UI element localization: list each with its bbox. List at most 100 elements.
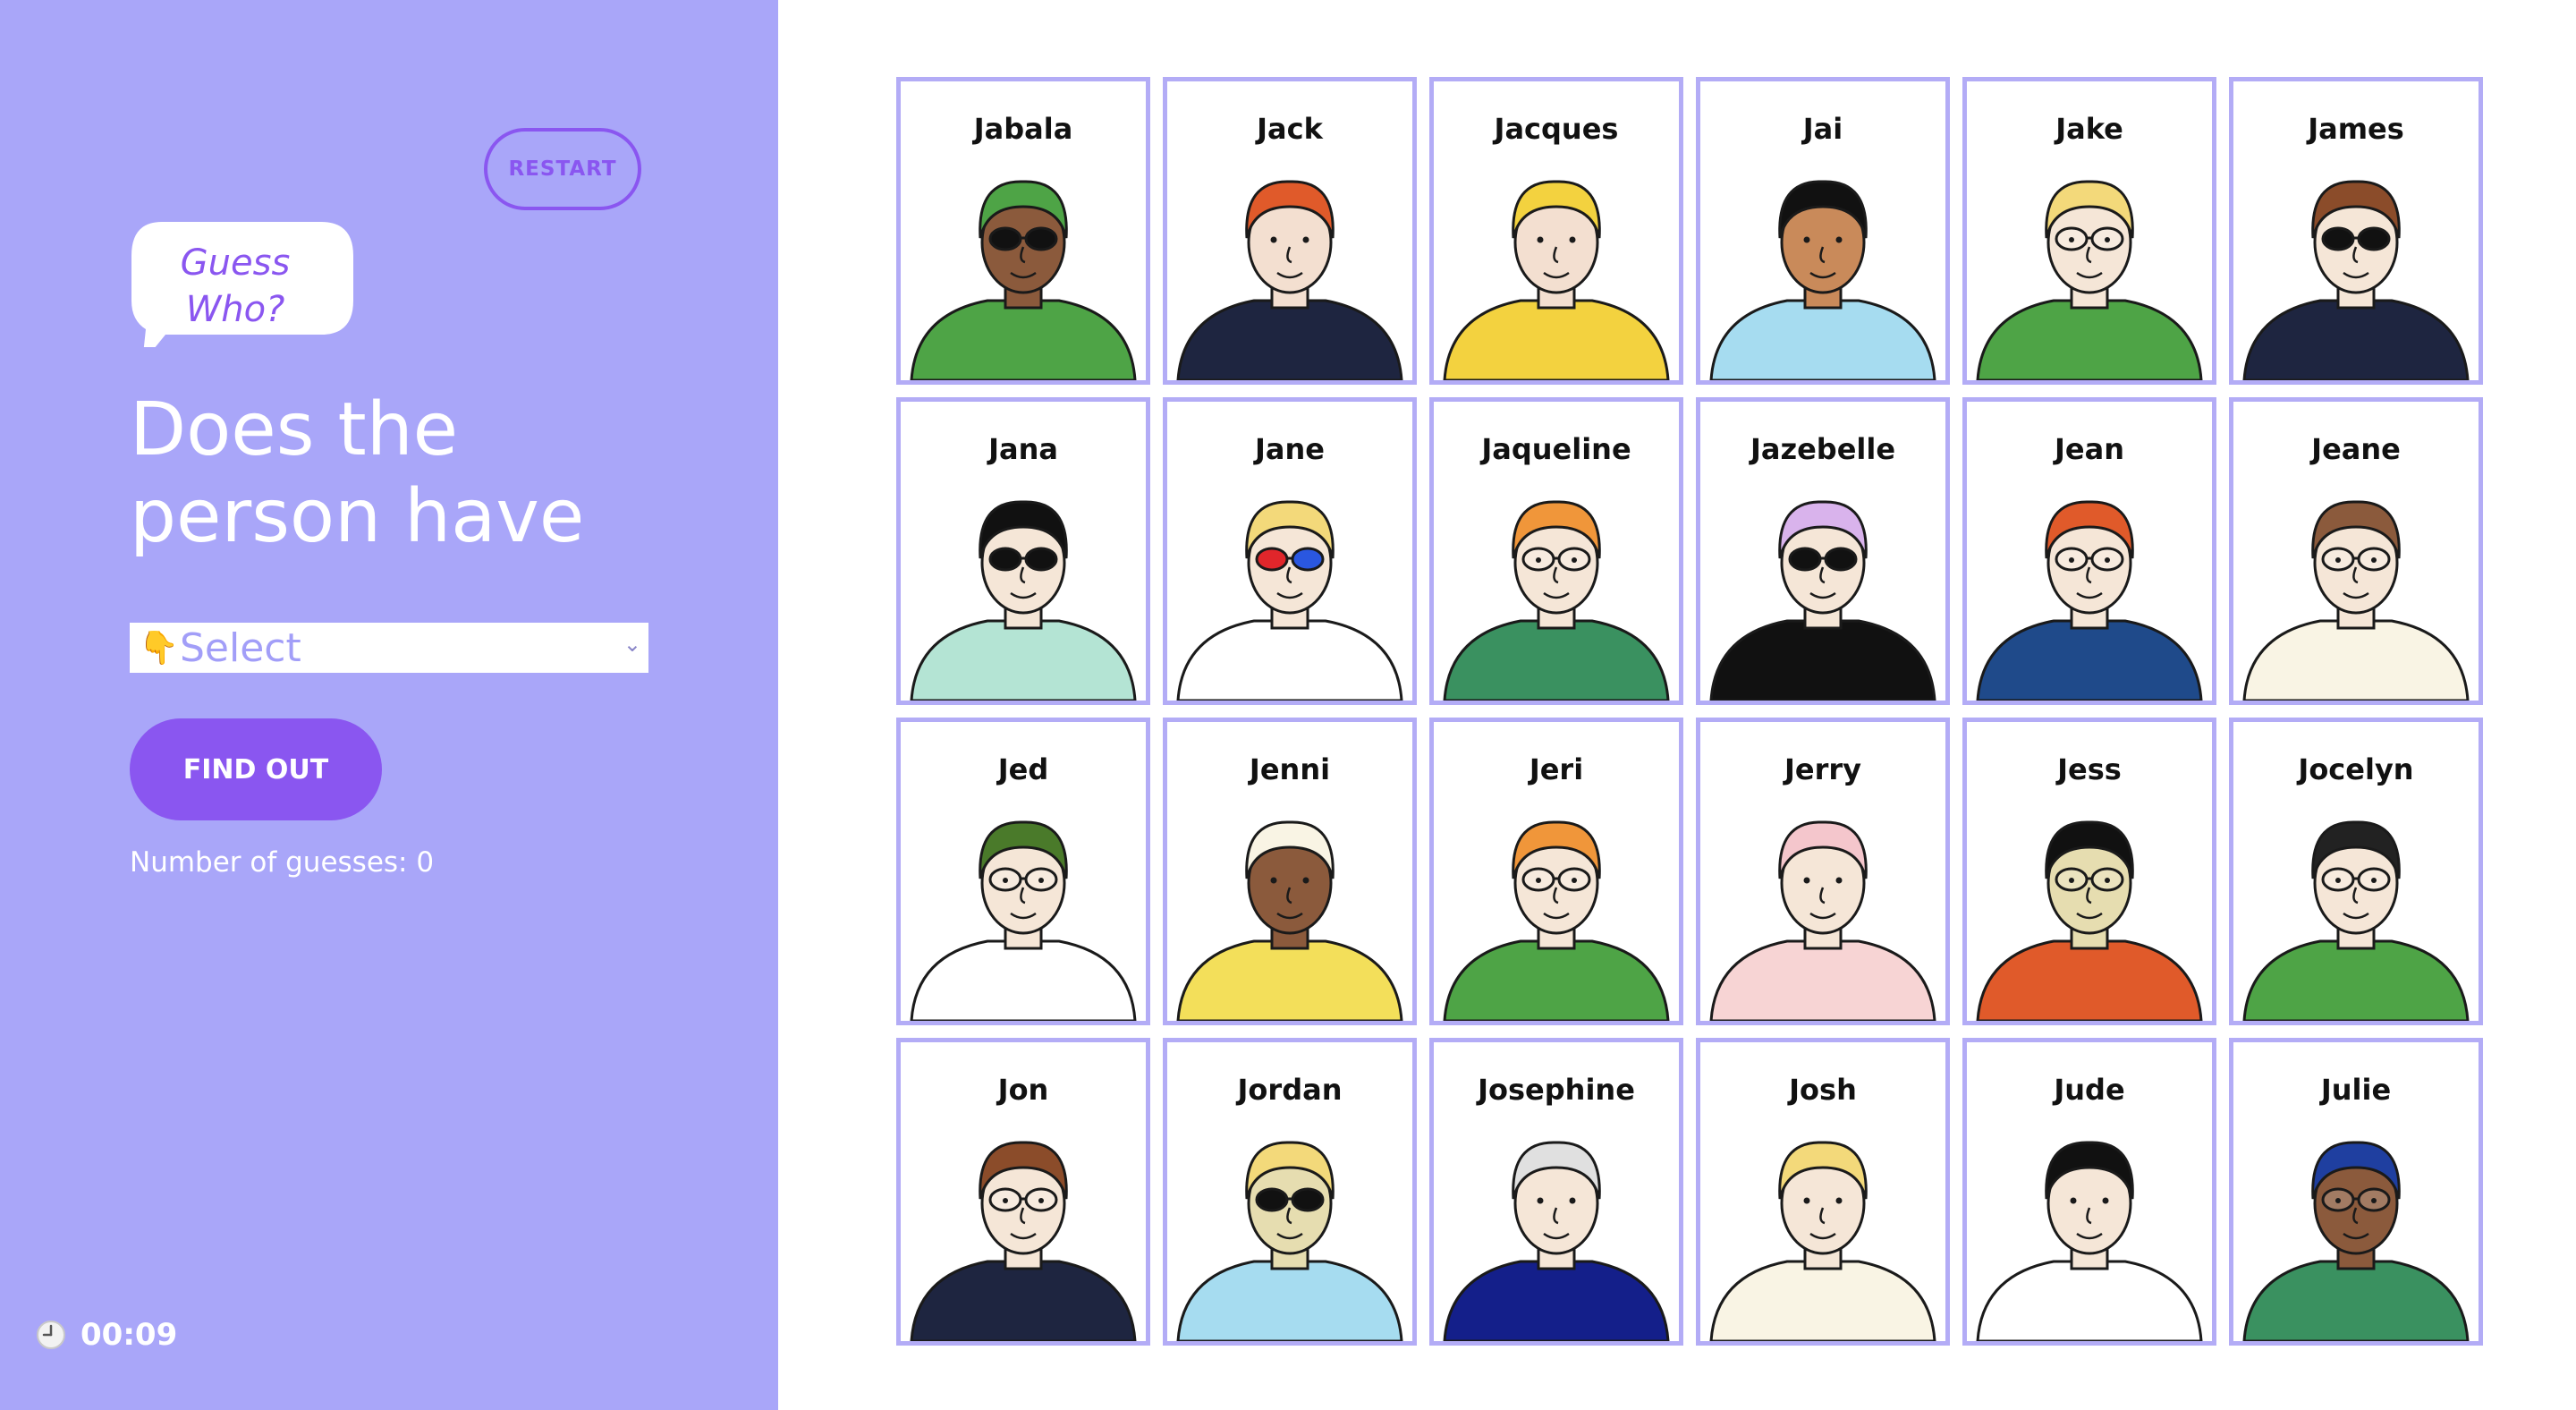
shirt-shape [1709, 299, 1936, 380]
shirt-shape [1976, 1260, 2203, 1341]
eye-shape [1569, 1197, 1576, 1204]
question-heading: Does the person have [130, 387, 585, 559]
eye-shape [1803, 1197, 1810, 1204]
character-name: Jana [988, 432, 1058, 466]
clock-icon [37, 1321, 65, 1349]
character-card[interactable]: Jeane [2229, 397, 2483, 705]
timer: 00:09 [36, 1317, 177, 1353]
character-card[interactable]: Jaqueline [1429, 397, 1683, 705]
select-placeholder: Select [180, 624, 301, 671]
eye-shape [1270, 236, 1277, 243]
character-name: Jocelyn [2298, 752, 2414, 786]
character-card[interactable]: Josephine [1429, 1038, 1683, 1346]
shirt-shape [2242, 299, 2470, 380]
restart-button[interactable]: RESTART [484, 128, 641, 210]
logo-line-1: Guess [180, 242, 291, 284]
attribute-select[interactable]: 👇 Select ⌄ [130, 623, 648, 673]
shirt-shape [2242, 1260, 2470, 1341]
character-name: Jerry [1784, 752, 1862, 786]
shirt-shape [1176, 619, 1403, 701]
eye-shape [2335, 557, 2341, 563]
character-card[interactable]: Jabala [896, 77, 1150, 385]
eye-shape [1302, 236, 1309, 243]
eye-shape [2105, 237, 2110, 242]
character-card[interactable]: Jenni [1163, 718, 1417, 1025]
eye-shape [1537, 1197, 1544, 1204]
character-name: Jazebelle [1750, 432, 1896, 466]
guess-counter: Number of guesses: 0 [130, 846, 435, 879]
glasses-lens-icon [1255, 1187, 1289, 1212]
character-name: Jordan [1237, 1073, 1343, 1107]
character-card[interactable]: Jack [1163, 77, 1417, 385]
character-card[interactable]: Jon [896, 1038, 1150, 1346]
eye-shape [2070, 1197, 2077, 1204]
logo-line-2: Who? [185, 289, 285, 330]
shirt-shape [1443, 939, 1670, 1021]
glasses-lens-icon [1024, 547, 1058, 572]
eye-shape [1572, 557, 1577, 563]
character-name: Jeri [1529, 752, 1584, 786]
shirt-shape [1443, 1260, 1670, 1341]
character-name: Jeane [2311, 432, 2401, 466]
eye-shape [1835, 236, 1843, 243]
character-name: Jaqueline [1481, 432, 1631, 466]
character-name: James [2308, 112, 2404, 146]
eye-shape [2069, 237, 2074, 242]
eye-shape [1270, 877, 1277, 884]
glasses-lens-icon [1024, 226, 1058, 251]
character-card[interactable]: Josh [1696, 1038, 1950, 1346]
character-card[interactable]: Jana [896, 397, 1150, 705]
glasses-lens-icon [988, 547, 1022, 572]
character-card[interactable]: Jordan [1163, 1038, 1417, 1346]
glasses-lens-icon [988, 226, 1022, 251]
glasses-lens-icon [1255, 547, 1289, 572]
character-card[interactable]: Jocelyn [2229, 718, 2483, 1025]
character-name: Jude [2054, 1073, 2125, 1107]
character-card[interactable]: Jake [1962, 77, 2216, 385]
glasses-lens-icon [2357, 226, 2391, 251]
character-name: Jon [997, 1073, 1049, 1107]
eye-shape [1536, 878, 1541, 883]
shirt-shape [910, 1260, 1137, 1341]
character-name: Jean [2055, 432, 2124, 466]
eye-shape [2371, 878, 2377, 883]
character-card[interactable]: Jane [1163, 397, 1417, 705]
find-out-button[interactable]: FIND OUT [130, 718, 382, 820]
eye-shape [1302, 877, 1309, 884]
character-name: Jacques [1494, 112, 1619, 146]
eye-shape [2371, 1198, 2377, 1203]
character-card[interactable]: Jeri [1429, 718, 1683, 1025]
shirt-shape [1176, 299, 1403, 380]
character-card[interactable]: Jacques [1429, 77, 1683, 385]
character-card[interactable]: Jude [1962, 1038, 2216, 1346]
character-card[interactable]: Jean [1962, 397, 2216, 705]
shirt-shape [2242, 619, 2470, 701]
character-card[interactable]: Jazebelle [1696, 397, 1950, 705]
character-card[interactable]: James [2229, 77, 2483, 385]
eye-shape [1537, 236, 1544, 243]
character-name: Jess [2057, 752, 2122, 786]
character-card[interactable]: Jerry [1696, 718, 1950, 1025]
character-name: Josh [1789, 1073, 1857, 1107]
shirt-shape [1709, 619, 1936, 701]
character-name: Jack [1257, 112, 1323, 146]
glasses-lens-icon [2321, 226, 2355, 251]
eye-shape [2105, 557, 2110, 563]
eye-shape [1572, 878, 1577, 883]
glasses-lens-icon [1291, 547, 1325, 572]
eye-shape [2069, 878, 2074, 883]
eye-shape [2069, 557, 2074, 563]
shirt-shape [1443, 299, 1670, 380]
character-card[interactable]: Jed [896, 718, 1150, 1025]
eye-shape [1536, 557, 1541, 563]
character-name: Jake [2055, 112, 2123, 146]
eye-shape [1835, 1197, 1843, 1204]
shirt-shape [1709, 1260, 1936, 1341]
game-logo: Guess Who? [130, 240, 341, 333]
eye-shape [1038, 1198, 1044, 1203]
character-card[interactable]: Julie [2229, 1038, 2483, 1346]
character-card[interactable]: Jai [1696, 77, 1950, 385]
eye-shape [1835, 877, 1843, 884]
timer-value: 00:09 [80, 1317, 178, 1353]
character-card[interactable]: Jess [1962, 718, 2216, 1025]
